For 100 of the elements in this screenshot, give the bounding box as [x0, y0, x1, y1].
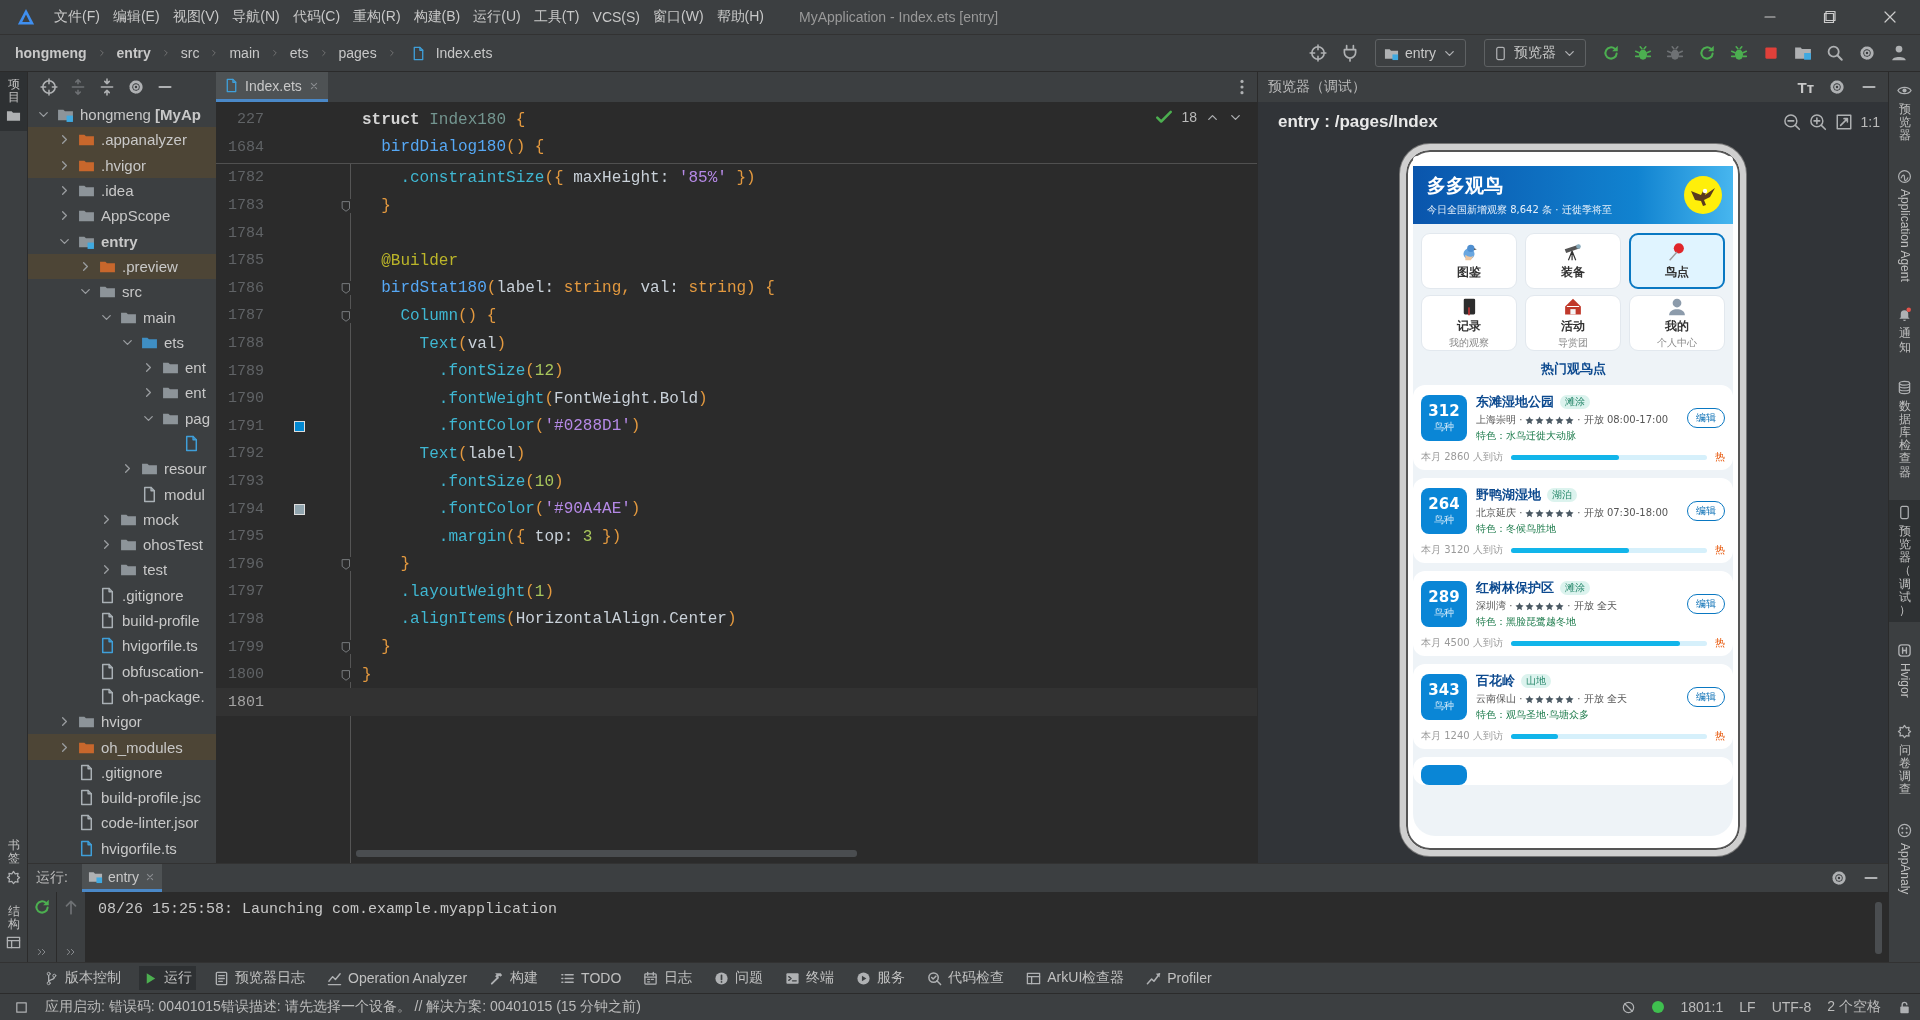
- refresh-icon[interactable]: [1698, 44, 1716, 62]
- menu-item[interactable]: 编辑(E): [112, 8, 160, 26]
- zoom-out-icon[interactable]: [1782, 113, 1801, 131]
- edit-button[interactable]: 编辑: [1687, 687, 1725, 707]
- tool-window-tab[interactable]: 终端: [781, 966, 839, 990]
- fold-icon[interactable]: [339, 640, 353, 655]
- side-tab[interactable]: Hvigor: [1889, 638, 1920, 703]
- color-swatch[interactable]: [293, 503, 305, 515]
- menu-item[interactable]: 重构(R): [353, 8, 401, 26]
- tree-item[interactable]: mock: [143, 510, 179, 528]
- side-tab[interactable]: 结构: [7, 904, 20, 931]
- tree-item[interactable]: .gitignore: [122, 586, 184, 604]
- inspection-count[interactable]: 18: [1181, 109, 1197, 125]
- tree-item[interactable]: obfuscation-: [122, 662, 204, 680]
- tool-window-tab[interactable]: 代码检查: [923, 966, 1009, 990]
- tree-item[interactable]: .idea: [101, 182, 134, 200]
- tree-item[interactable]: resour: [164, 460, 207, 478]
- editor-tab[interactable]: Index.ets: [216, 72, 328, 102]
- crosshair-icon[interactable]: [40, 78, 58, 96]
- restore-icon[interactable]: [1822, 9, 1838, 25]
- side-tab[interactable]: Application Agent: [1889, 163, 1920, 287]
- side-tab[interactable]: AppAnaly: [1889, 817, 1920, 899]
- search-icon[interactable]: [1826, 44, 1844, 62]
- tree-item[interactable]: ent: [185, 359, 206, 377]
- cursor-position[interactable]: 1801:1: [1680, 999, 1724, 1015]
- side-tab[interactable]: 预览器（调试）: [1889, 499, 1920, 623]
- tool-window-tab[interactable]: 问题: [710, 966, 768, 990]
- status-dot[interactable]: [1652, 1001, 1665, 1013]
- menu-tile[interactable]: 我的 个人中心: [1629, 295, 1725, 351]
- menu-item[interactable]: VCS(S): [592, 9, 640, 25]
- breadcrumb-item[interactable]: main: [229, 45, 260, 61]
- spot-card[interactable]: 289 鸟种 红树林保护区 滩涂 深圳湾 · · 开放 全天 特色：黑脸琵鹭越冬地 编辑 本月 4500 人到访 热: [1413, 571, 1733, 656]
- settings-icon[interactable]: [127, 78, 145, 96]
- edit-button[interactable]: 编辑: [1687, 594, 1725, 614]
- tree-item[interactable]: modul: [164, 485, 205, 503]
- refresh-icon[interactable]: [1602, 44, 1620, 62]
- lock-icon[interactable]: [1897, 999, 1912, 1015]
- tree-item[interactable]: main: [143, 308, 176, 326]
- breadcrumb-item[interactable]: src: [180, 45, 200, 61]
- fold-icon[interactable]: [339, 308, 353, 323]
- line-ending[interactable]: LF: [1739, 999, 1756, 1015]
- tree-item[interactable]: ohosTest: [143, 536, 204, 554]
- tree-item[interactable]: code-linter.jsor: [101, 814, 199, 832]
- breadcrumb-item[interactable]: Index.ets: [435, 45, 493, 61]
- tool-window-tab[interactable]: Operation Analyzer: [323, 967, 472, 989]
- tree-item[interactable]: build-profile.jsc: [101, 789, 202, 807]
- tool-window-tab[interactable]: 构建: [485, 966, 543, 990]
- breadcrumb-item[interactable]: entry: [116, 45, 151, 61]
- side-tab[interactable]: 通知: [1889, 302, 1920, 359]
- tool-window-tab[interactable]: ArkUI检查器: [1022, 966, 1129, 990]
- spot-card[interactable]: 343 鸟种 百花岭 山地 云南保山 · · 开放 全天 特色：观鸟圣地·鸟塘众多 编辑 本月 1240 人到访 热: [1413, 664, 1733, 749]
- settings-icon[interactable]: [1858, 44, 1876, 62]
- bug-icon[interactable]: [1666, 44, 1684, 62]
- side-tab[interactable]: 数据库检查器: [1889, 374, 1920, 484]
- menu-tile[interactable]: 记录 我的观察: [1421, 295, 1517, 351]
- user-icon[interactable]: [1890, 44, 1908, 62]
- settings-icon[interactable]: [1830, 869, 1848, 887]
- tree-item[interactable]: entry: [101, 232, 138, 250]
- folder-icon[interactable]: [6, 108, 21, 124]
- breadcrumb-item[interactable]: hongmeng: [15, 45, 87, 61]
- tree-item[interactable]: hvigor: [101, 713, 142, 731]
- file-encoding[interactable]: UTF-8: [1771, 999, 1812, 1015]
- menu-item[interactable]: 视图(V): [172, 8, 220, 26]
- collapse-icon[interactable]: [98, 78, 116, 96]
- fit-icon[interactable]: [1834, 113, 1853, 131]
- no-entry-icon[interactable]: [1621, 999, 1637, 1015]
- check-icon[interactable]: [1155, 108, 1174, 126]
- side-tab[interactable]: 问卷调查: [1889, 718, 1920, 802]
- folder-icon[interactable]: [1794, 44, 1812, 62]
- device-dropdown[interactable]: 预览器: [1484, 39, 1586, 67]
- breadcrumb-item[interactable]: ets: [289, 45, 309, 61]
- breadcrumb-item[interactable]: pages: [338, 45, 377, 61]
- square-icon[interactable]: [14, 999, 29, 1015]
- tool-window-tab[interactable]: TODO: [556, 967, 626, 989]
- status-message[interactable]: 应用启动: 错误码: 00401015错误描述: 请先选择一个设备。 // 解决方案: 00401015 (15 分钟之前): [45, 998, 641, 1016]
- tool-window-tab[interactable]: 预览器日志: [210, 966, 309, 990]
- spot-card[interactable]: [1413, 757, 1733, 785]
- bug-icon[interactable]: [1730, 44, 1748, 62]
- menu-item[interactable]: 代码(C): [292, 8, 341, 26]
- tree-item[interactable]: hvigorfile.ts: [122, 637, 198, 655]
- zoom-in-icon[interactable]: [1808, 113, 1827, 131]
- fold-icon[interactable]: [339, 281, 353, 296]
- tree-item[interactable]: AppScope: [101, 207, 171, 225]
- indent-setting[interactable]: 2 个空格: [1827, 998, 1881, 1016]
- tree-item[interactable]: build-profile: [122, 612, 200, 630]
- menu-tile[interactable]: 活动 导赏团: [1525, 295, 1621, 351]
- menu-tile[interactable]: 图鉴: [1421, 233, 1517, 289]
- tree-item[interactable]: .gitignore: [101, 763, 163, 781]
- tree-item[interactable]: test: [143, 561, 168, 579]
- double-chevron-icon[interactable]: [65, 946, 77, 958]
- menu-tile[interactable]: 鸟点: [1629, 233, 1725, 289]
- menu-item[interactable]: 运行(U): [473, 8, 521, 26]
- zoom-reset-button[interactable]: 1:1: [1860, 114, 1880, 130]
- tree-item[interactable]: hvigorfile.ts: [101, 839, 177, 857]
- menu-item[interactable]: 窗口(W): [653, 8, 704, 26]
- side-tab[interactable]: 书签: [7, 839, 20, 866]
- tool-window-tab[interactable]: Profiler: [1142, 967, 1216, 989]
- settings-icon[interactable]: [1828, 78, 1846, 96]
- scrollbar[interactable]: [356, 850, 857, 857]
- fold-icon[interactable]: [339, 667, 353, 682]
